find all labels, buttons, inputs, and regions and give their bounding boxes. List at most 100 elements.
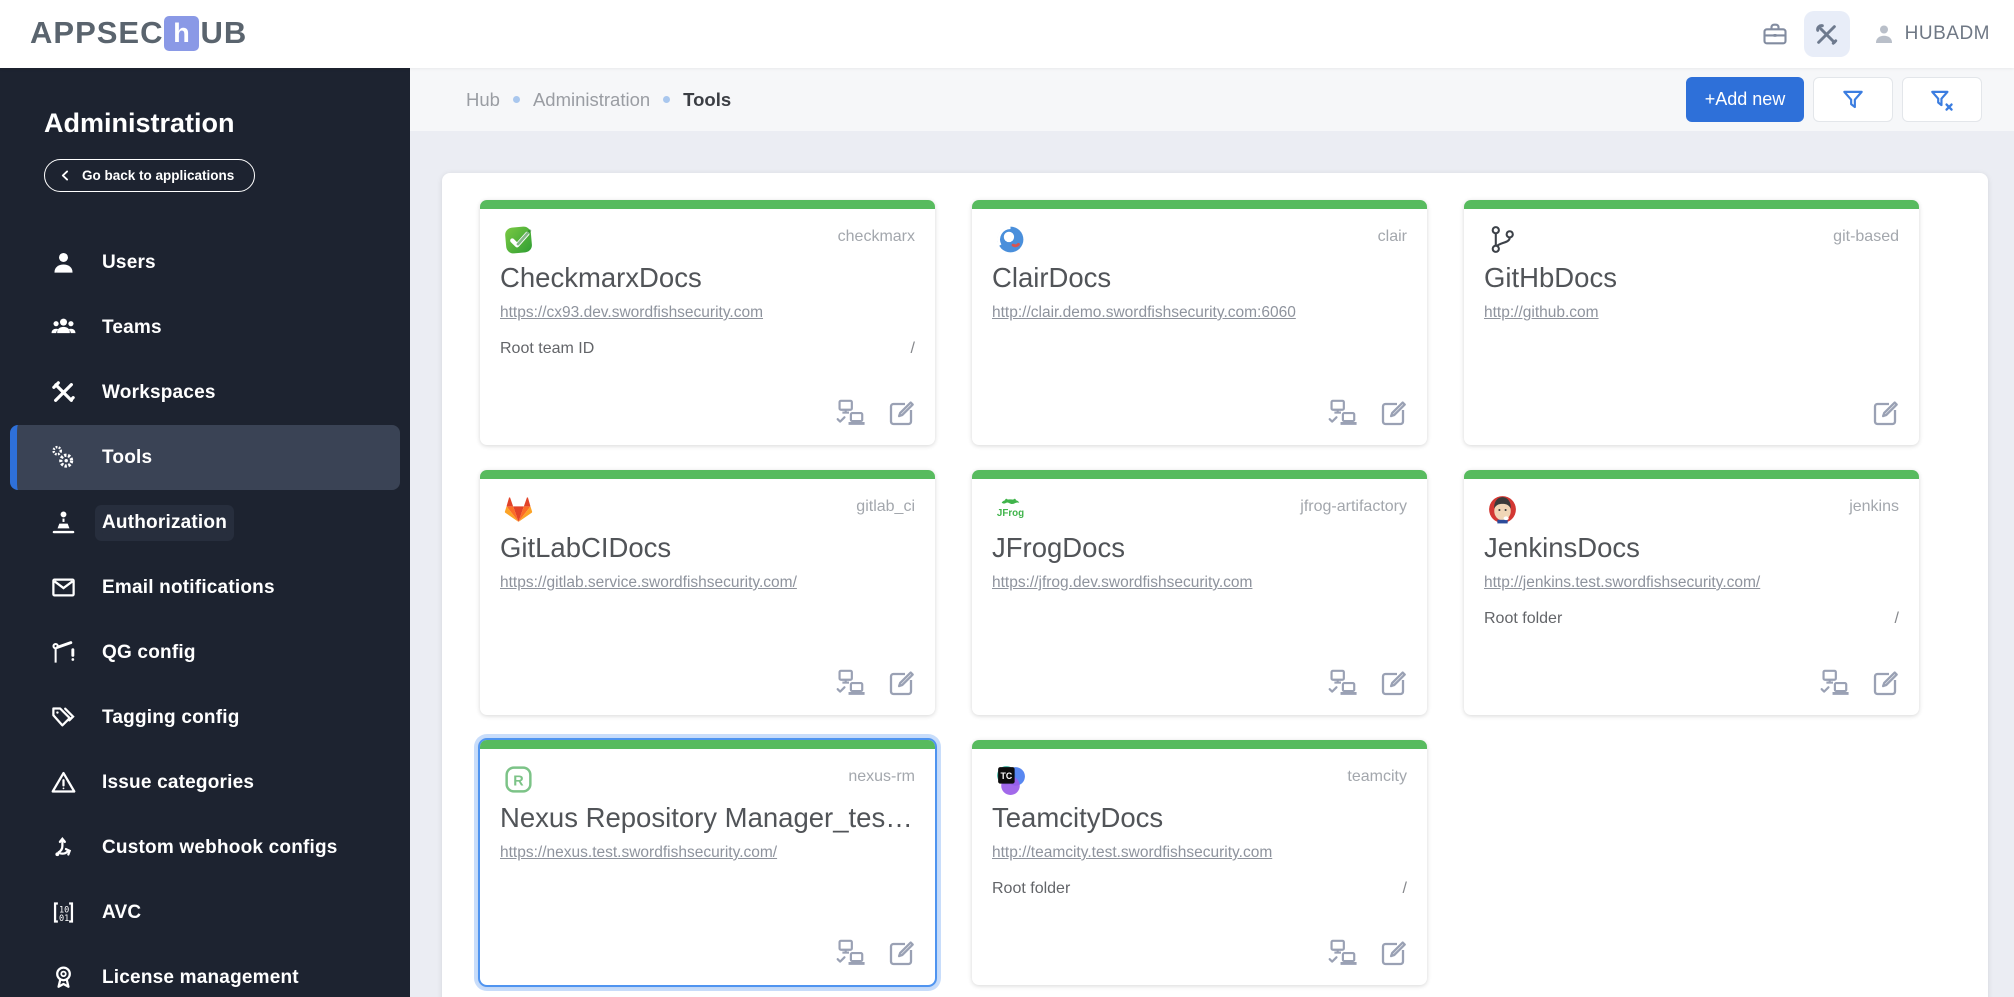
tool-meta-row: Root folder / — [1484, 610, 1899, 628]
tool-url-link[interactable]: http://teamcity.test.swordfishsecurity.c… — [992, 844, 1407, 862]
sidebar-item-issue-categories[interactable]: Issue categories — [0, 750, 410, 815]
tool-card-jenkinsdocs[interactable]: jenkins JenkinsDocs http://jenkins.test.… — [1464, 470, 1919, 715]
admin-tools-button[interactable] — [1803, 11, 1850, 57]
workspaces-icon — [48, 378, 78, 408]
sidebar-item-teams[interactable]: Teams — [0, 295, 410, 360]
test-connection-icon[interactable] — [1323, 937, 1359, 971]
tool-title: JFrogDocs — [992, 532, 1125, 563]
go-back-label: Go back to applications — [82, 168, 235, 183]
edit-icon[interactable] — [1375, 397, 1411, 431]
git-branch-logo — [1486, 223, 1519, 256]
top-header: APPSEC h UB HUBADM — [0, 0, 2014, 68]
authorization-icon — [48, 508, 78, 538]
sidebar-item-custom-webhook-configs[interactable]: Custom webhook configs — [0, 815, 410, 880]
meta-value: / — [1402, 880, 1407, 897]
filter-button[interactable] — [1813, 77, 1893, 122]
add-new-button[interactable]: +Add new — [1686, 77, 1804, 122]
card-actions — [1323, 397, 1411, 431]
edit-icon[interactable] — [1867, 667, 1903, 701]
meta-value: / — [1894, 610, 1899, 627]
edit-icon[interactable] — [1375, 667, 1411, 701]
tool-url-link[interactable]: http://github.com — [1484, 304, 1899, 322]
card-status-bar — [480, 200, 935, 209]
edit-icon[interactable] — [883, 937, 919, 971]
user-menu[interactable]: HUBADM — [1872, 22, 1990, 46]
tools-icon — [1813, 21, 1840, 48]
tool-title: JenkinsDocs — [1484, 532, 1640, 563]
card-actions — [1867, 397, 1903, 431]
breadcrumb: Hub Administration Tools — [466, 68, 731, 131]
breadcrumb-separator-dot — [512, 96, 520, 103]
breadcrumb-item-tools: Tools — [683, 88, 732, 110]
breadcrumb-item-hub[interactable]: Hub — [466, 89, 500, 111]
tool-url-link[interactable]: https://gitlab.service.swordfishsecurity… — [500, 574, 915, 592]
meta-label: Root folder — [1484, 610, 1563, 627]
logo-text-prefix: APPSEC — [30, 15, 164, 50]
breadcrumb-separator-dot — [663, 96, 671, 103]
test-connection-icon[interactable] — [1323, 667, 1359, 701]
card-actions — [831, 937, 919, 971]
gitlab-logo — [502, 493, 535, 526]
briefcase-icon[interactable] — [1760, 19, 1790, 49]
tool-card-checkmarxdocs[interactable]: checkmarx CheckmarxDocs https://cx93.dev… — [480, 200, 935, 445]
edit-icon[interactable] — [1375, 937, 1411, 971]
tool-card-githbdocs[interactable]: git-based GitHbDocs http://github.com — [1464, 200, 1919, 445]
meta-label: Root folder — [992, 880, 1071, 897]
edit-icon[interactable] — [883, 667, 919, 701]
sidebar-item-qg-config[interactable]: QG config — [0, 620, 410, 685]
breadcrumb-item-administration[interactable]: Administration — [533, 89, 650, 111]
tool-card-gitlabcidocs[interactable]: gitlab_ci GitLabCIDocs https://gitlab.se… — [480, 470, 935, 715]
tool-card-teamcitydocs[interactable]: TC teamcity TeamcityDocs http://teamcity… — [972, 740, 1427, 985]
tool-type-label: jenkins — [1849, 498, 1899, 515]
user-icon — [1872, 22, 1896, 46]
tool-type-label: nexus-rm — [848, 768, 915, 785]
tool-meta-row: Root team ID / — [500, 340, 915, 358]
tool-url-link[interactable]: https://cx93.dev.swordfishsecurity.com — [500, 304, 915, 322]
tool-url-link[interactable]: http://clair.demo.swordfishsecurity.com:… — [992, 304, 1407, 322]
edit-icon[interactable] — [883, 397, 919, 431]
test-connection-icon[interactable] — [831, 937, 867, 971]
breadcrumb-bar: Hub Administration Tools +Add new — [410, 68, 2014, 131]
test-connection-icon[interactable] — [831, 397, 867, 431]
tool-type-label: jfrog-artifactory — [1300, 498, 1407, 515]
edit-icon[interactable] — [1867, 397, 1903, 431]
go-back-button[interactable]: Go back to applications — [44, 159, 256, 192]
tools-panel: checkmarx CheckmarxDocs https://cx93.dev… — [442, 173, 1988, 997]
tool-card-nexus-repository-manager-test[interactable]: R nexus-rm Nexus Repository Manager_test… — [480, 740, 935, 985]
svg-text:TC: TC — [1001, 771, 1013, 781]
tool-card-jfrogdocs[interactable]: JFrog jfrog-artifactory JFrogDocs https:… — [972, 470, 1427, 715]
card-status-bar — [972, 200, 1427, 209]
sidebar-item-license-management[interactable]: License management — [0, 945, 410, 997]
sidebar-item-email-notifications[interactable]: Email notifications — [0, 555, 410, 620]
sidebar-item-avc[interactable]: 10 01 AVC — [0, 880, 410, 945]
tool-title: GitHbDocs — [1484, 262, 1617, 293]
tool-url-link[interactable]: https://jfrog.dev.swordfishsecurity.com — [992, 574, 1407, 592]
test-connection-icon[interactable] — [1323, 397, 1359, 431]
test-connection-icon[interactable] — [831, 667, 867, 701]
sidebar-item-tagging-config[interactable]: Tagging config — [0, 685, 410, 750]
tool-title: ClairDocs — [992, 262, 1112, 293]
tool-type-label: gitlab_ci — [856, 498, 915, 515]
tool-title: TeamcityDocs — [992, 802, 1164, 833]
filter-clear-button[interactable] — [1902, 77, 1982, 122]
card-status-bar — [972, 740, 1427, 749]
card-status-bar — [480, 740, 935, 749]
meta-label: Root team ID — [500, 340, 595, 357]
tool-url-link[interactable]: https://nexus.test.swordfishsecurity.com… — [500, 844, 915, 862]
sidebar-item-authorization[interactable]: Authorization — [0, 490, 410, 555]
appsechub-logo[interactable]: APPSEC h UB — [30, 15, 247, 51]
sidebar-item-workspaces[interactable]: Workspaces — [0, 360, 410, 425]
logo-h-icon: h — [164, 15, 200, 51]
tool-meta-row: Root folder / — [992, 880, 1407, 898]
tool-url-link[interactable]: http://jenkins.test.swordfishsecurity.co… — [1484, 574, 1899, 592]
user-icon — [48, 248, 78, 278]
sidebar-item-tools[interactable]: Tools — [10, 425, 400, 490]
tool-card-clairdocs[interactable]: clair ClairDocs http://clair.demo.swordf… — [972, 200, 1427, 445]
tool-type-label: git-based — [1833, 228, 1899, 245]
test-connection-icon[interactable] — [1815, 667, 1851, 701]
app-root: APPSEC h UB HUBADM Administration Go back … — [0, 0, 2014, 997]
tool-title: CheckmarxDocs — [500, 262, 702, 293]
card-status-bar — [480, 470, 935, 479]
sidebar-item-users[interactable]: Users — [0, 230, 410, 295]
card-actions — [1323, 937, 1411, 971]
